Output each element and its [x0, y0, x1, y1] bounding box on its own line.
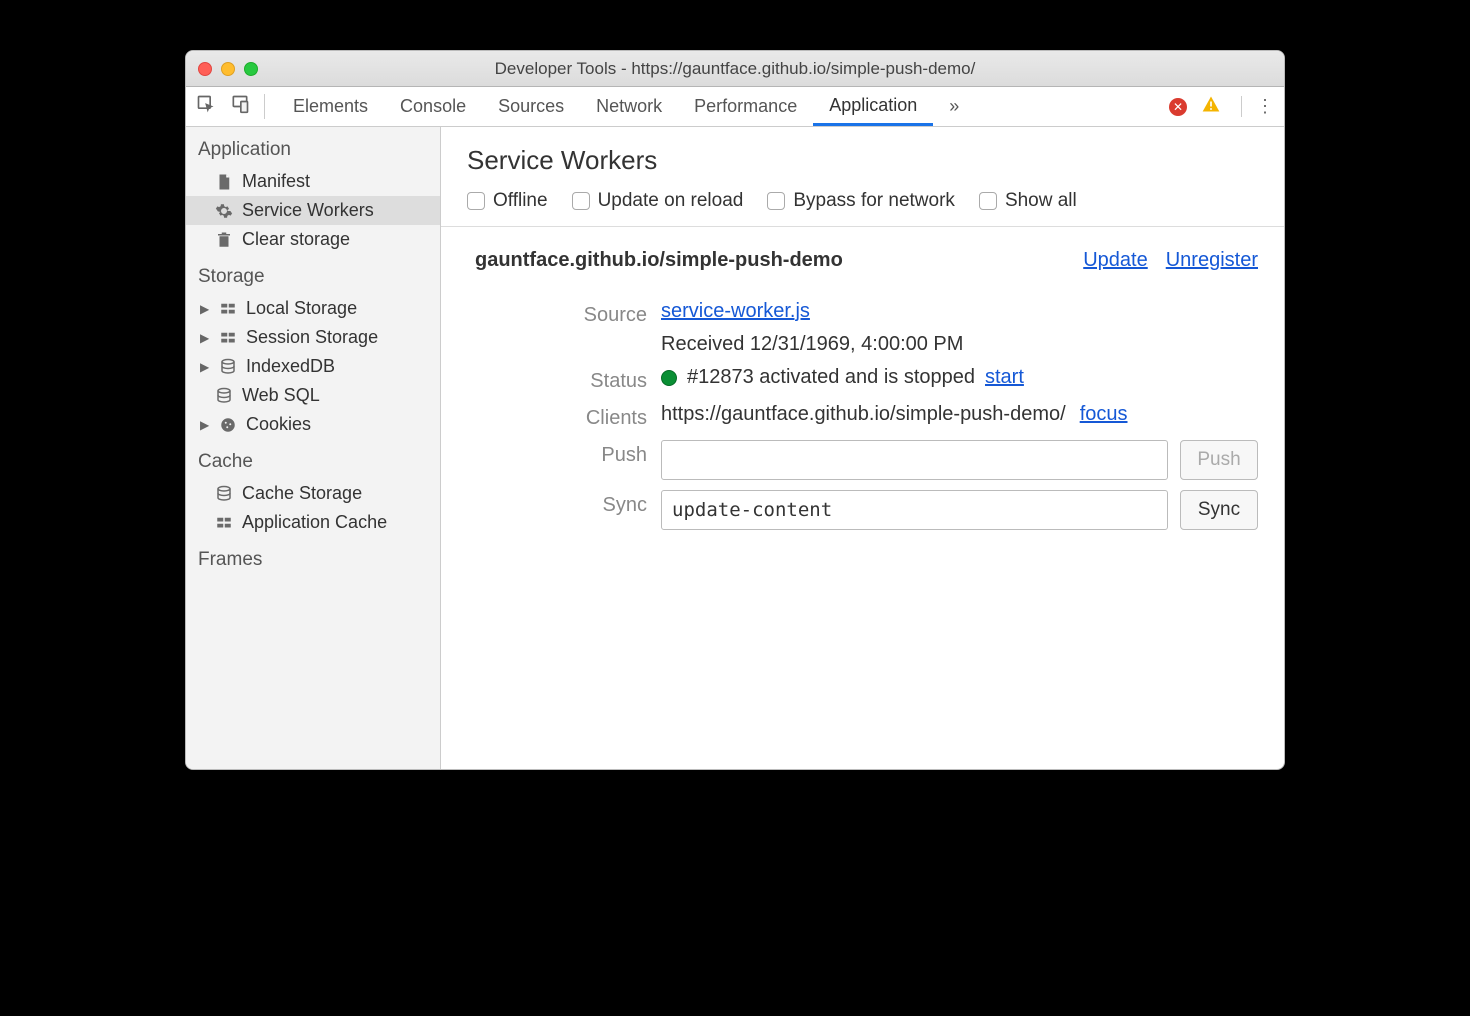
checkbox-label: Show all	[1005, 190, 1077, 212]
sidebar-item-cache-storage[interactable]: Cache Storage	[186, 479, 440, 508]
checkbox-offline[interactable]: Offline	[467, 190, 548, 212]
label-status: Status	[467, 366, 647, 393]
sidebar-item-label: Session Storage	[246, 327, 378, 348]
disclosure-arrow-icon: ▶	[200, 418, 210, 432]
sidebar-section-application: Application	[186, 127, 440, 167]
sidebar-item-manifest[interactable]: Manifest	[186, 167, 440, 196]
gear-icon	[214, 201, 234, 221]
maximize-window-button[interactable]	[244, 62, 258, 76]
trash-icon	[214, 230, 234, 250]
status-indicator-icon	[661, 370, 677, 386]
source-script-link[interactable]: service-worker.js	[661, 300, 1258, 323]
push-button[interactable]: Push	[1180, 440, 1258, 480]
checkbox-update-on-reload[interactable]: Update on reload	[572, 190, 744, 212]
tab-console[interactable]: Console	[384, 87, 482, 126]
checkbox-label: Update on reload	[598, 190, 744, 212]
device-toolbar-icon[interactable]	[230, 94, 250, 119]
file-icon	[214, 172, 234, 192]
disclosure-arrow-icon: ▶	[200, 360, 210, 374]
sidebar-item-label: Manifest	[242, 171, 310, 192]
start-worker-link[interactable]: start	[985, 366, 1024, 389]
disclosure-arrow-icon: ▶	[200, 331, 210, 345]
sidebar-item-label: Cookies	[246, 414, 311, 435]
sidebar-item-label: Web SQL	[242, 385, 320, 406]
sidebar-item-web-sql[interactable]: Web SQL	[186, 381, 440, 410]
error-count-icon[interactable]: ✕	[1169, 98, 1187, 116]
label-clients: Clients	[467, 403, 647, 430]
sidebar-item-label: Application Cache	[242, 512, 387, 533]
tab-elements[interactable]: Elements	[277, 87, 384, 126]
sidebar-item-label: Local Storage	[246, 298, 357, 319]
sidebar-section-frames: Frames	[186, 537, 440, 577]
devtools-window: Developer Tools - https://gauntface.gith…	[185, 50, 1285, 770]
tab-more[interactable]: »	[933, 87, 975, 126]
checkbox-label: Bypass for network	[793, 190, 955, 212]
inspect-element-icon[interactable]	[196, 94, 216, 119]
disclosure-arrow-icon: ▶	[200, 302, 210, 316]
sidebar-item-label: IndexedDB	[246, 356, 335, 377]
tab-network[interactable]: Network	[580, 87, 678, 126]
client-url: https://gauntface.github.io/simple-push-…	[661, 403, 1066, 426]
sidebar-item-application-cache[interactable]: Application Cache	[186, 508, 440, 537]
sidebar-item-cookies[interactable]: ▶ Cookies	[186, 410, 440, 439]
sidebar-item-indexeddb[interactable]: ▶ IndexedDB	[186, 352, 440, 381]
sidebar-item-clear-storage[interactable]: Clear storage	[186, 225, 440, 254]
update-link[interactable]: Update	[1083, 249, 1148, 272]
titlebar: Developer Tools - https://gauntface.gith…	[186, 51, 1284, 87]
panel-title: Service Workers	[467, 145, 1258, 176]
database-icon	[214, 484, 234, 504]
tab-application[interactable]: Application	[813, 87, 933, 126]
traffic-lights	[198, 62, 258, 76]
settings-kebab-icon[interactable]: ⋮	[1241, 96, 1274, 117]
warning-count-icon[interactable]	[1201, 94, 1221, 119]
grid-icon	[214, 513, 234, 533]
minimize-window-button[interactable]	[221, 62, 235, 76]
push-input[interactable]	[661, 440, 1168, 480]
window-title: Developer Tools - https://gauntface.gith…	[186, 59, 1284, 79]
service-workers-panel: Service Workers Offline Update on reload…	[441, 127, 1284, 769]
sidebar-item-session-storage[interactable]: ▶ Session Storage	[186, 323, 440, 352]
grid-icon	[218, 299, 238, 319]
checkbox-bypass-for-network[interactable]: Bypass for network	[767, 190, 955, 212]
database-icon	[214, 386, 234, 406]
sidebar-item-label: Service Workers	[242, 200, 374, 221]
cookie-icon	[218, 415, 238, 435]
registration-origin: gauntface.github.io/simple-push-demo	[475, 249, 843, 272]
devtools-toolbar: Elements Console Sources Network Perform…	[186, 87, 1284, 127]
sync-button[interactable]: Sync	[1180, 490, 1258, 530]
sidebar-item-service-workers[interactable]: Service Workers	[186, 196, 440, 225]
focus-client-link[interactable]: focus	[1080, 403, 1128, 426]
source-received-text: Received 12/31/1969, 4:00:00 PM	[661, 333, 1258, 356]
label-source: Source	[467, 300, 647, 327]
status-text: #12873 activated and is stopped	[687, 366, 975, 389]
tab-sources[interactable]: Sources	[482, 87, 580, 126]
database-icon	[218, 357, 238, 377]
application-sidebar: Application Manifest Service Workers Cle…	[186, 127, 441, 769]
checkbox-label: Offline	[493, 190, 548, 212]
label-sync: Sync	[467, 490, 647, 517]
checkbox-show-all[interactable]: Show all	[979, 190, 1077, 212]
close-window-button[interactable]	[198, 62, 212, 76]
sidebar-item-label: Clear storage	[242, 229, 350, 250]
grid-icon	[218, 328, 238, 348]
sidebar-section-cache: Cache	[186, 439, 440, 479]
sidebar-item-local-storage[interactable]: ▶ Local Storage	[186, 294, 440, 323]
unregister-link[interactable]: Unregister	[1166, 249, 1258, 272]
label-push: Push	[467, 440, 647, 467]
sync-input[interactable]	[661, 490, 1168, 530]
sidebar-item-label: Cache Storage	[242, 483, 362, 504]
tab-performance[interactable]: Performance	[678, 87, 813, 126]
sidebar-section-storage: Storage	[186, 254, 440, 294]
